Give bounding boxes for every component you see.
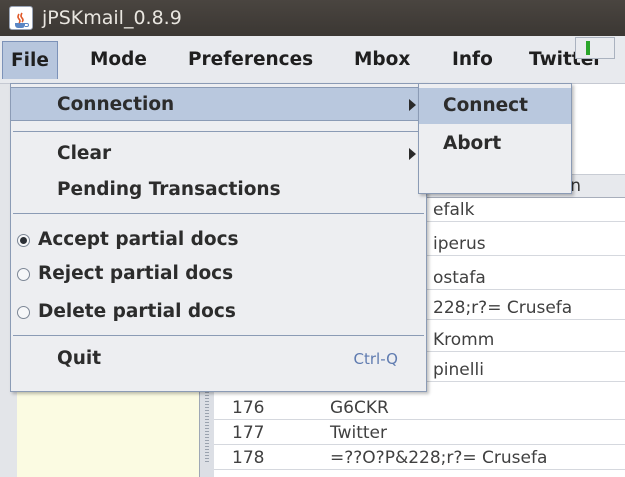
menu-info[interactable]: Info <box>444 41 501 79</box>
menu-item-connect[interactable]: Connect <box>419 88 571 124</box>
row-cell: Kromm <box>433 330 495 350</box>
menu-item-accept-partial[interactable]: Accept partial docs <box>11 223 426 257</box>
row-sender: G6CKR <box>330 398 389 418</box>
menu-item-quit[interactable]: Quit Ctrl-Q <box>11 342 426 376</box>
status-button[interactable] <box>575 37 615 59</box>
row-cell: iperus <box>433 234 486 254</box>
menu-item-label: Quit <box>57 348 102 369</box>
menu-item-connection[interactable]: Connection <box>11 87 426 121</box>
table-row[interactable]: 177 Twitter <box>214 421 625 445</box>
menu-mbox[interactable]: Mbox <box>346 41 418 79</box>
menu-item-label: Pending Transactions <box>57 179 281 200</box>
menu-item-label: Accept partial docs <box>38 229 239 250</box>
menu-accelerator: Ctrl-Q <box>353 350 398 368</box>
status-indicator-icon <box>586 41 590 55</box>
table-row[interactable]: 178 =??O?P&228;r?= Crusefa <box>214 446 625 470</box>
menu-item-abort[interactable]: Abort <box>419 126 571 162</box>
row-sender: =??O?P&228;r?= Crusefa <box>330 448 548 468</box>
window-titlebar: jPSKmail_0.8.9 <box>0 0 625 36</box>
radio-unselected-icon <box>17 268 30 281</box>
row-number: 176 <box>232 398 265 418</box>
menu-item-clear[interactable]: Clear <box>11 137 426 171</box>
row-number: 177 <box>232 423 265 443</box>
file-menu-dropdown: Connection Clear Pending Transactions Ac… <box>10 83 427 392</box>
row-cell: 228;r?= Crusefa <box>433 298 573 318</box>
menu-item-label: Reject partial docs <box>38 263 234 284</box>
menu-separator <box>13 131 424 132</box>
window-title: jPSKmail_0.8.9 <box>42 7 182 29</box>
row-sender: Twitter <box>330 423 387 443</box>
submenu-arrow-icon <box>409 148 416 160</box>
menu-preferences[interactable]: Preferences <box>180 41 321 79</box>
java-cup-icon <box>9 6 33 30</box>
row-cell: ostafa <box>433 268 486 288</box>
menu-item-label: Delete partial docs <box>38 301 236 322</box>
row-cell: efalk <box>433 200 475 220</box>
row-number: 178 <box>232 448 265 468</box>
menu-item-pending-transactions[interactable]: Pending Transactions <box>11 173 426 207</box>
connection-submenu: Connect Abort <box>418 83 572 194</box>
menu-separator <box>13 213 424 214</box>
menu-item-reject-partial[interactable]: Reject partial docs <box>11 257 426 291</box>
menu-item-label: Connection <box>57 94 175 115</box>
radio-unselected-icon <box>17 306 30 319</box>
menu-separator <box>13 335 424 336</box>
menubar: File Mode Preferences Mbox Info Twitter <box>0 36 625 84</box>
row-cell: pinelli <box>433 360 484 380</box>
table-row[interactable]: 176 G6CKR <box>214 396 625 420</box>
menu-mode[interactable]: Mode <box>82 41 155 79</box>
radio-selected-icon <box>17 234 30 247</box>
menu-file[interactable]: File <box>2 41 58 79</box>
menu-item-delete-partial[interactable]: Delete partial docs <box>11 295 426 329</box>
submenu-arrow-icon <box>409 99 416 111</box>
menu-item-label: Clear <box>57 143 112 164</box>
